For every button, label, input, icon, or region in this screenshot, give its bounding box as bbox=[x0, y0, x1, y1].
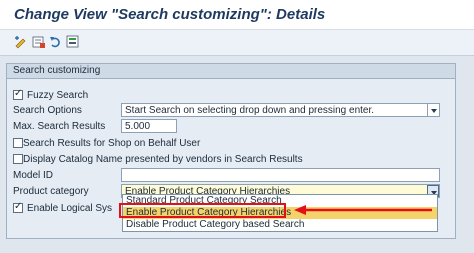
max-results-input[interactable]: 5.000 bbox=[121, 119, 177, 133]
annotation-arrow-icon bbox=[294, 205, 432, 215]
application-toolbar bbox=[0, 30, 474, 56]
fuzzy-search-checkbox[interactable] bbox=[13, 88, 23, 100]
main-content: Search customizing Fuzzy Search Search O… bbox=[0, 56, 474, 253]
search-options-row: Search Options Start Search on selecting… bbox=[7, 103, 455, 119]
display-catalog-row: Display Catalog Name presented by vendor… bbox=[7, 152, 455, 168]
undo-icon[interactable] bbox=[49, 35, 63, 49]
display-catalog-checkbox[interactable] bbox=[13, 154, 23, 164]
max-results-label: Max. Search Results bbox=[13, 121, 106, 132]
group-header: Search customizing bbox=[7, 64, 455, 79]
search-options-select[interactable]: Start Search on selecting drop down and … bbox=[121, 103, 440, 117]
product-category-label: Product category bbox=[13, 186, 89, 197]
max-results-value: 5.000 bbox=[125, 121, 151, 132]
search-behalf-checkbox[interactable] bbox=[13, 138, 23, 148]
group-title: Search customizing bbox=[13, 65, 101, 76]
dropdown-option-disable[interactable]: Disable Product Category based Search bbox=[123, 219, 437, 231]
search-options-value: Start Search on selecting drop down and … bbox=[125, 105, 375, 116]
logical-sys-checkbox[interactable] bbox=[13, 201, 23, 213]
search-behalf-row: Search Results for Shop on Behalf User bbox=[7, 136, 455, 152]
display-catalog-label[interactable]: Display Catalog Name presented by vendor… bbox=[23, 154, 303, 165]
select-icon[interactable] bbox=[66, 35, 80, 49]
window-title: Change View "Search customizing": Detail… bbox=[14, 6, 326, 23]
new-entries-icon[interactable] bbox=[32, 35, 46, 49]
display-change-icon[interactable] bbox=[14, 35, 28, 49]
max-results-row: Max. Search Results 5.000 bbox=[7, 119, 455, 135]
fuzzy-search-row: Fuzzy Search bbox=[7, 88, 455, 104]
model-id-input[interactable] bbox=[121, 168, 440, 182]
search-behalf-label[interactable]: Search Results for Shop on Behalf User bbox=[23, 138, 200, 149]
fuzzy-search-label[interactable]: Fuzzy Search bbox=[27, 90, 88, 101]
search-options-label: Search Options bbox=[13, 105, 82, 116]
model-id-label: Model ID bbox=[13, 170, 54, 181]
search-options-dropdown-icon[interactable] bbox=[427, 104, 439, 116]
title-bar: Change View "Search customizing": Detail… bbox=[0, 0, 474, 30]
logical-sys-label[interactable]: Enable Logical Sys bbox=[27, 203, 112, 214]
model-id-row: Model ID bbox=[7, 168, 455, 184]
